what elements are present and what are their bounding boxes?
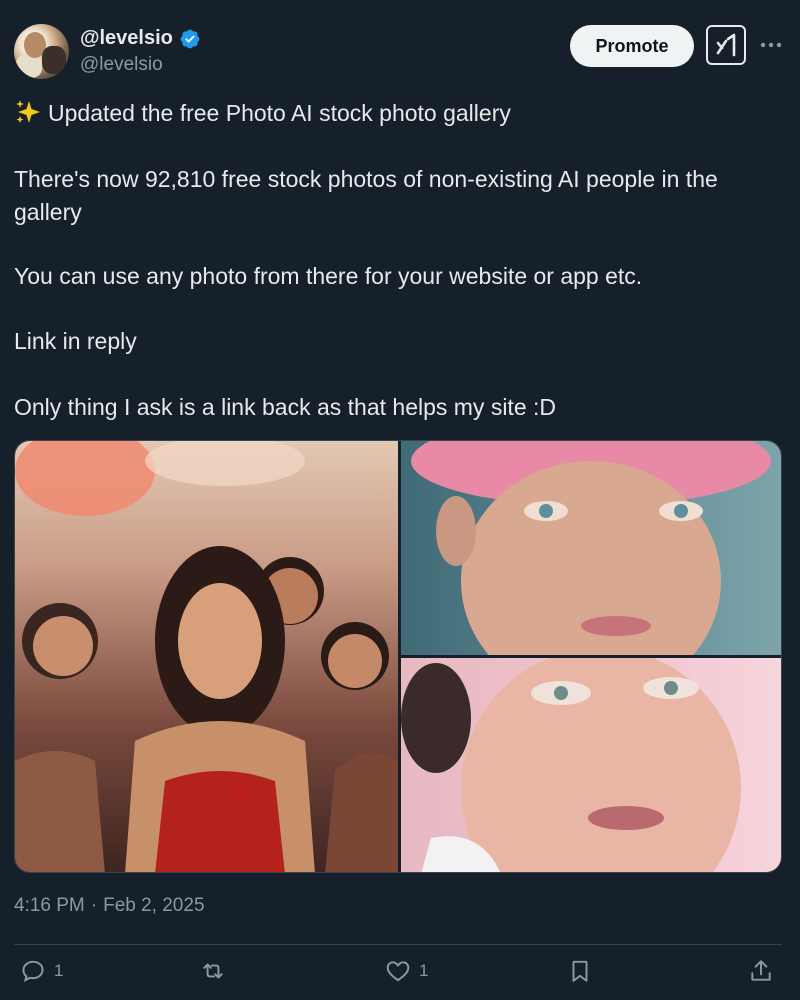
more-options-button[interactable] bbox=[758, 34, 784, 56]
tweet-date: Feb 2, 2025 bbox=[103, 895, 205, 916]
sparkles-icon bbox=[16, 100, 40, 123]
tweet-text-line-3: You can use any photo from there for you… bbox=[14, 263, 643, 289]
more-options-icon bbox=[760, 42, 782, 48]
author-handle[interactable]: @levelsio bbox=[80, 54, 163, 76]
tweet-timestamp[interactable]: 4:16 PM · Feb 2, 2025 bbox=[14, 895, 205, 917]
tweet-text-line-1: Updated the free Photo AI stock photo ga… bbox=[14, 97, 774, 130]
share-icon bbox=[751, 960, 771, 981]
tweet-line: Updated the free Photo AI stock photo ga… bbox=[48, 100, 511, 126]
media-grid bbox=[14, 440, 782, 873]
media-photo-3[interactable] bbox=[401, 658, 781, 872]
author-name-line: @levelsio bbox=[80, 27, 201, 50]
share-button[interactable] bbox=[748, 958, 774, 984]
repost-icon bbox=[203, 963, 223, 979]
display-name[interactable]: @levelsio bbox=[80, 27, 173, 50]
verified-badge-icon bbox=[180, 29, 200, 48]
grok-icon bbox=[716, 33, 736, 57]
like-button[interactable]: 1 bbox=[385, 958, 428, 984]
promote-button[interactable]: Promote bbox=[570, 25, 694, 67]
tweet-text-line-5: Only thing I ask is a link back as that … bbox=[14, 394, 557, 420]
bookmark-button[interactable] bbox=[567, 958, 593, 984]
bookmark-icon bbox=[572, 960, 588, 982]
timestamp-separator: · bbox=[90, 895, 98, 916]
divider bbox=[14, 944, 782, 945]
tweet-text-line-4: Link in reply bbox=[14, 328, 137, 354]
photo-portrait-makeup-image bbox=[401, 658, 741, 872]
avatar[interactable] bbox=[14, 24, 69, 79]
reply-icon bbox=[22, 960, 44, 983]
tweet-text-line-2: There's now 92,810 free stock photos of … bbox=[14, 166, 718, 225]
repost-button[interactable] bbox=[200, 958, 234, 984]
photo-portrait-pink-hair-image bbox=[411, 441, 771, 655]
tweet: @levelsio @levelsio Promote Updated the … bbox=[0, 0, 800, 1000]
like-icon bbox=[386, 961, 410, 982]
like-count: 1 bbox=[419, 961, 429, 980]
tweet-time: 4:16 PM bbox=[14, 895, 85, 916]
action-bar: 1 1 bbox=[0, 958, 800, 998]
media-photo-2[interactable] bbox=[401, 441, 781, 655]
photo-crowd-image bbox=[15, 441, 398, 872]
grok-button[interactable] bbox=[706, 25, 746, 65]
media-photo-1[interactable] bbox=[15, 441, 398, 872]
reply-count: 1 bbox=[54, 961, 64, 980]
reply-button[interactable]: 1 bbox=[20, 958, 63, 984]
